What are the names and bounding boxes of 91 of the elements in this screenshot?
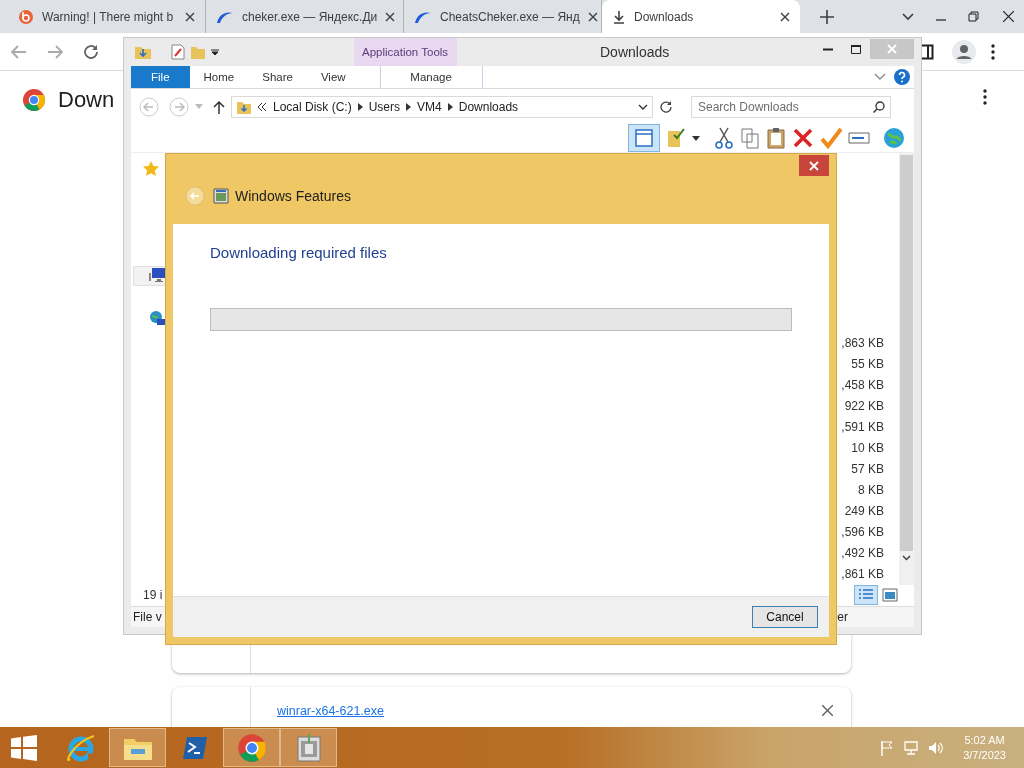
- item-count: 19 i: [143, 588, 163, 603]
- clipboard-icon[interactable]: [766, 127, 786, 150]
- breadcrumb-item[interactable]: Users: [368, 99, 401, 114]
- browser-tab[interactable]: Downloads: [602, 0, 800, 33]
- restore-icon[interactable]: [968, 11, 979, 22]
- dialog-heading: Downloading required files: [210, 244, 388, 261]
- taskbar-app[interactable]: [223, 728, 280, 767]
- taskbar-app[interactable]: [280, 728, 337, 767]
- delete-icon[interactable]: [792, 127, 814, 150]
- scissors-icon[interactable]: [714, 127, 734, 150]
- ribbon-tab[interactable]: File: [131, 66, 190, 89]
- computer-icon[interactable]: [149, 267, 167, 284]
- new-tab-icon[interactable]: [820, 9, 834, 24]
- search-field[interactable]: Search Downloads: [691, 95, 891, 118]
- caret-icon[interactable]: [210, 48, 220, 56]
- search-icon[interactable]: [873, 100, 885, 113]
- scrollbar[interactable]: [899, 153, 914, 586]
- close-button[interactable]: [799, 155, 829, 176]
- checklist-icon[interactable]: [666, 127, 686, 150]
- caret-icon[interactable]: [692, 135, 700, 141]
- features-icon: [213, 188, 229, 204]
- ribbon-tab[interactable]: View: [306, 66, 360, 89]
- download-icon: [612, 9, 626, 24]
- large-icons-view-icon[interactable]: [882, 588, 898, 603]
- maximize-icon[interactable]: [851, 44, 861, 54]
- file-size: 249 KB: [844, 503, 884, 521]
- chrome-logo-icon: [22, 88, 46, 112]
- windows-logo-icon[interactable]: [11, 734, 37, 761]
- terminal-icon: [181, 735, 208, 760]
- file-size: ,458 KB: [841, 377, 884, 395]
- browser-e-icon: [65, 732, 96, 763]
- chevron-icon[interactable]: [357, 102, 363, 111]
- file-size: ,861 KB: [841, 566, 884, 584]
- breadcrumb-item[interactable]: VM4: [417, 99, 442, 114]
- globe-icon[interactable]: [882, 126, 906, 151]
- dialog-title: Windows Features: [235, 188, 351, 204]
- window-title: Downloads: [600, 44, 670, 60]
- file-size: 55 KB: [851, 356, 884, 374]
- up-arrow-icon[interactable]: [213, 99, 225, 114]
- file-size: ,591 KB: [841, 419, 884, 437]
- scroll-down-icon[interactable]: [899, 553, 914, 564]
- file-size: ,596 KB: [841, 524, 884, 542]
- close-icon[interactable]: [780, 11, 790, 22]
- details-label: File v: [133, 609, 162, 624]
- preview-pane-icon[interactable]: [628, 124, 660, 153]
- page-title: Down: [58, 87, 115, 113]
- chrome-logo-icon: [236, 732, 267, 763]
- menu-icon[interactable]: [982, 89, 988, 105]
- star-icon[interactable]: [143, 161, 159, 178]
- file-size: 922 KB: [844, 398, 884, 416]
- chevron-icon[interactable]: [406, 102, 412, 111]
- double-chevron-icon[interactable]: [258, 102, 267, 111]
- ribbon-tab[interactable]: Share: [248, 66, 307, 89]
- close-icon[interactable]: [385, 11, 396, 22]
- warning-site-icon: [18, 8, 34, 25]
- browser-tab[interactable]: Warning! | There might b: [8, 0, 206, 33]
- checkmark-icon[interactable]: [820, 127, 842, 150]
- ribbon-tab[interactable]: Home: [189, 66, 249, 89]
- caret-icon[interactable]: [638, 103, 648, 110]
- close-icon[interactable]: [587, 11, 598, 22]
- details-label: er: [837, 609, 848, 624]
- folder-icon[interactable]: [134, 44, 152, 60]
- profile-icon[interactable]: [952, 39, 976, 64]
- expand-ribbon-icon[interactable]: [874, 73, 886, 82]
- breadcrumb-item[interactable]: Downloads: [458, 99, 519, 114]
- close-icon[interactable]: [185, 11, 195, 22]
- caret-icon[interactable]: [902, 12, 914, 21]
- context-tab-header: Application Tools: [354, 38, 457, 66]
- ribbon-tab[interactable]: Manage: [379, 66, 483, 89]
- minimize-icon[interactable]: [823, 47, 833, 51]
- reload-icon[interactable]: [82, 42, 100, 61]
- help-icon[interactable]: [894, 69, 910, 86]
- file-size: 8 KB: [858, 482, 884, 500]
- file-size: ,863 KB: [841, 335, 884, 353]
- file-size: 57 KB: [851, 461, 884, 479]
- close-icon[interactable]: [822, 705, 833, 716]
- file-size: ,492 KB: [841, 545, 884, 563]
- properties-icon[interactable]: [170, 44, 186, 60]
- refresh-icon[interactable]: [659, 99, 673, 114]
- file-link[interactable]: winrar-x64-621.exe: [277, 704, 384, 720]
- close-icon[interactable]: [1003, 11, 1014, 22]
- copy-icon[interactable]: [740, 127, 760, 150]
- chevron-icon[interactable]: [447, 102, 453, 111]
- file-size: 10 KB: [851, 440, 884, 458]
- breadcrumb-item[interactable]: Local Disk (C:): [273, 99, 352, 114]
- browser-tab[interactable]: cheker.exe — Яндекс.Ди: [206, 0, 404, 33]
- menu-icon[interactable]: [990, 43, 996, 60]
- cancel-button[interactable]: Cancel: [752, 606, 818, 628]
- address-bar[interactable]: Local Disk (C:) Users VM4 Downloads: [231, 95, 653, 118]
- details-view-icon[interactable]: [854, 585, 878, 606]
- installer-icon: [295, 732, 322, 763]
